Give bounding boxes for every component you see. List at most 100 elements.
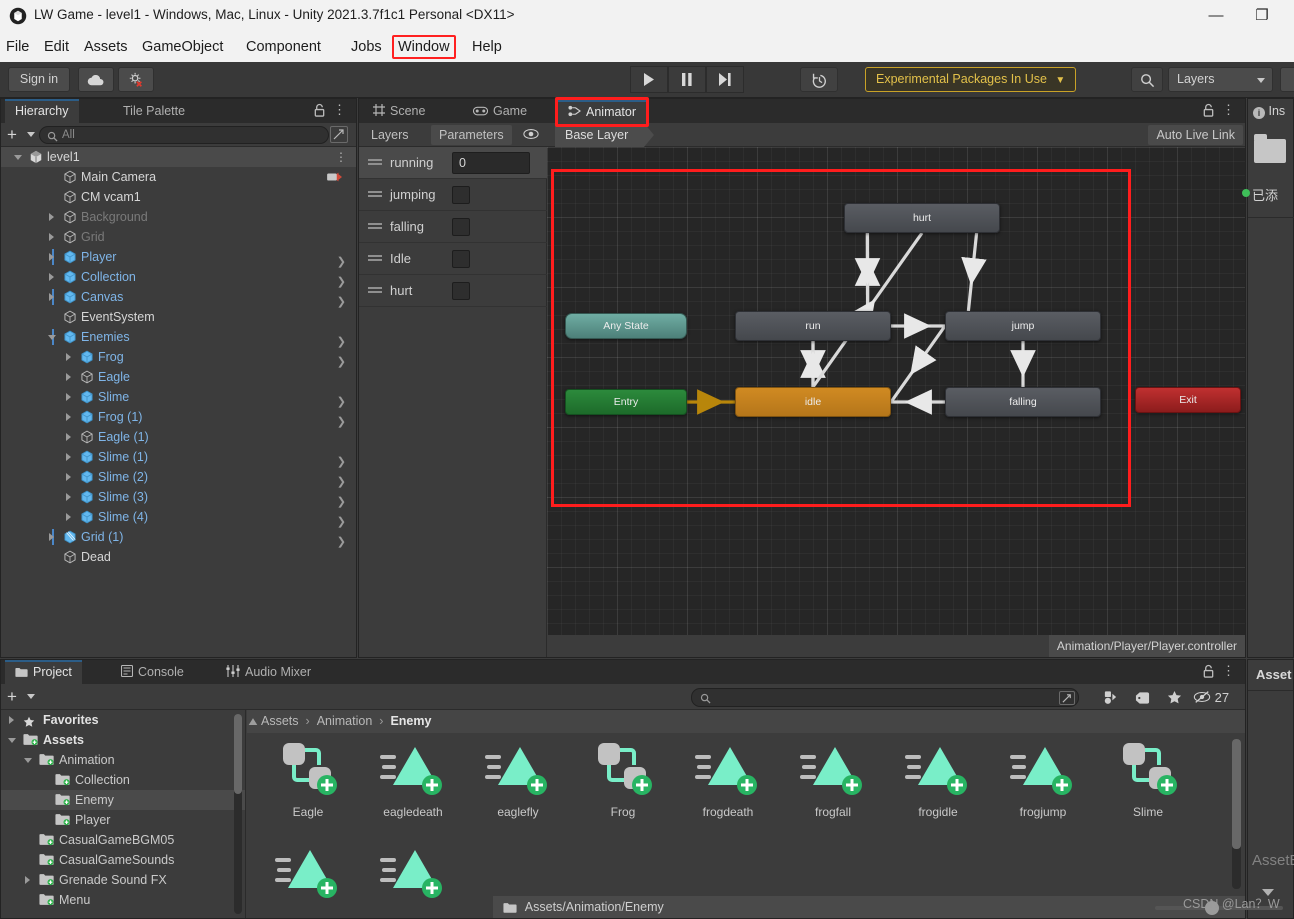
hierarchy-item-eagle[interactable]: Eagle <box>1 367 356 387</box>
menu-item-help[interactable]: Help <box>472 32 502 62</box>
expand-search-icon[interactable] <box>1059 691 1075 705</box>
drag-handle-icon[interactable] <box>368 287 382 294</box>
asset-item-frogidle[interactable]: frogidle <box>885 739 991 819</box>
scrollbar-thumb[interactable] <box>234 714 242 794</box>
tab-audio-mixer[interactable]: Audio Mixer <box>216 660 321 684</box>
menu-item-window[interactable]: Window <box>392 35 456 59</box>
hierarchy-item-frog[interactable]: Frog ❯ <box>1 347 356 368</box>
project-folder-player[interactable]: Player <box>1 810 245 830</box>
expand-arrow-icon[interactable] <box>9 716 14 724</box>
expand-arrow-icon[interactable] <box>66 353 71 361</box>
menu-item-jobs[interactable]: Jobs <box>351 32 382 62</box>
project-folder-tree[interactable]: Favorites Assets Animation Collection Enemy P… <box>1 710 246 918</box>
layers-dropdown[interactable]: Layers <box>1168 67 1273 92</box>
asset-item-eaglefly[interactable]: eaglefly <box>465 739 571 819</box>
tab-game[interactable]: Game <box>463 99 537 123</box>
collapse-arrow-icon[interactable] <box>48 335 56 340</box>
expand-arrow-icon[interactable] <box>66 473 71 481</box>
state-node-idle[interactable]: idle <box>735 387 891 417</box>
layout-dropdown[interactable]: La <box>1280 67 1294 92</box>
project-folder-favorites[interactable]: Favorites <box>1 710 245 730</box>
parameter-checkbox[interactable] <box>452 218 470 236</box>
undo-history-icon[interactable] <box>800 67 838 92</box>
breadcrumb-item-animation[interactable]: Animation <box>317 714 373 728</box>
project-folder-collection[interactable]: Collection <box>1 770 245 790</box>
project-folder-animation[interactable]: Animation <box>1 750 245 770</box>
hierarchy-item-cm-vcam1[interactable]: CM vcam1 <box>1 187 356 207</box>
project-folder-menu[interactable]: Menu <box>1 890 245 910</box>
hierarchy-item-eventsystem[interactable]: EventSystem <box>1 307 356 327</box>
scrollbar-thumb[interactable] <box>1232 739 1241 849</box>
expand-arrow-icon[interactable] <box>66 393 71 401</box>
menu-item-file[interactable]: File <box>6 32 29 62</box>
hierarchy-item-enemies[interactable]: Enemies ❯ <box>1 327 356 348</box>
state-node-entry[interactable]: Entry <box>565 389 687 415</box>
search-icon[interactable] <box>1131 67 1163 92</box>
play-button[interactable] <box>630 66 668 93</box>
project-folder-assets[interactable]: Assets <box>1 730 245 750</box>
kebab-menu-icon[interactable]: ⋮ <box>1222 102 1235 118</box>
asset-item[interactable] <box>360 842 466 908</box>
state-node-falling[interactable]: falling <box>945 387 1101 417</box>
minimize-button[interactable]: — <box>1193 0 1239 32</box>
menu-item-edit[interactable]: Edit <box>44 32 69 62</box>
cloud-icon[interactable] <box>78 67 114 92</box>
maximize-button[interactable]: ❐ <box>1239 0 1285 32</box>
parameter-checkbox[interactable] <box>452 250 470 268</box>
asset-item-frogjump[interactable]: frogjump <box>990 739 1096 819</box>
state-node-jump[interactable]: jump <box>945 311 1101 341</box>
asset-item[interactable] <box>255 842 361 908</box>
sign-in-button[interactable]: Sign in <box>8 67 70 92</box>
hierarchy-search-input[interactable]: All <box>39 126 329 144</box>
lock-icon[interactable] <box>1202 664 1215 682</box>
expand-arrow-icon[interactable] <box>66 433 71 441</box>
scroll-up-icon[interactable] <box>247 717 259 727</box>
project-search-input[interactable] <box>691 688 1079 707</box>
parameter-row-jumping[interactable]: jumping <box>359 179 547 211</box>
drag-handle-icon[interactable] <box>368 255 382 262</box>
auto-live-link-button[interactable]: Auto Live Link <box>1148 125 1243 145</box>
asset-grid-scrollbar[interactable] <box>1232 739 1241 889</box>
animator-state-graph[interactable]: Any State Entry idle run hurt jump falling Exit <box>547 147 1245 635</box>
hierarchy-item-level1[interactable]: level1 ⋮ <box>1 147 356 167</box>
hierarchy-item-slime-1[interactable]: Slime (1) ❯ <box>1 447 356 468</box>
project-tree-scrollbar[interactable] <box>234 714 242 914</box>
create-asset-button[interactable]: + <box>7 687 17 706</box>
animator-parameters-tab[interactable]: Parameters <box>431 125 512 145</box>
project-folder-casualgamesounds[interactable]: CasualGameSounds <box>1 850 245 870</box>
menu-item-assets[interactable]: Assets <box>84 32 128 62</box>
hierarchy-item-player[interactable]: Player ❯ <box>1 247 356 268</box>
hierarchy-item-slime-4[interactable]: Slime (4) ❯ <box>1 507 356 528</box>
collab-error-icon[interactable] <box>118 67 154 92</box>
state-node-exit[interactable]: Exit <box>1135 387 1241 413</box>
label-filter-icon[interactable] <box>1127 688 1157 707</box>
state-node-hurt[interactable]: hurt <box>844 203 1000 233</box>
parameter-value-input[interactable]: 0 <box>452 152 530 174</box>
parameter-row-running[interactable]: running 0 <box>359 147 547 179</box>
asset-item-frogdeath[interactable]: frogdeath <box>675 739 781 819</box>
hierarchy-tree[interactable]: level1 ⋮ Main Camera CM vcam1 Background Grid… <box>1 147 356 657</box>
lock-icon[interactable] <box>1202 103 1215 121</box>
parameter-row-falling[interactable]: falling <box>359 211 547 243</box>
experimental-packages-button[interactable]: Experimental Packages In Use ▼ <box>865 67 1077 92</box>
expand-arrow-icon[interactable] <box>66 413 71 421</box>
hierarchy-item-dead[interactable]: Dead <box>1 547 356 567</box>
expand-arrow-icon[interactable] <box>66 453 71 461</box>
state-node-run[interactable]: run <box>735 311 891 341</box>
breadcrumb-item-assets[interactable]: Assets <box>261 714 299 728</box>
expand-arrow-icon[interactable] <box>49 273 54 281</box>
asset-item-frog[interactable]: Frog <box>570 739 676 819</box>
animator-layers-tab[interactable]: Layers <box>363 125 417 145</box>
expand-search-icon[interactable] <box>330 126 348 143</box>
expand-arrow-icon[interactable] <box>49 253 54 261</box>
hidden-assets-count[interactable]: 27 <box>1193 688 1229 707</box>
asset-grid[interactable]: Eagle eagledeath eaglefly Frog frogdeath frog… <box>247 733 1245 898</box>
expand-arrow-icon[interactable] <box>49 213 54 221</box>
hierarchy-item-frog-1[interactable]: Frog (1) ❯ <box>1 407 356 428</box>
menu-item-component[interactable]: Component <box>246 32 321 62</box>
step-button[interactable] <box>706 66 744 93</box>
asset-item-eagledeath[interactable]: eagledeath <box>360 739 466 819</box>
add-gameobject-button[interactable]: + <box>7 125 17 144</box>
parameter-row-idle[interactable]: Idle <box>359 243 547 275</box>
parameter-row-hurt[interactable]: hurt <box>359 275 547 307</box>
